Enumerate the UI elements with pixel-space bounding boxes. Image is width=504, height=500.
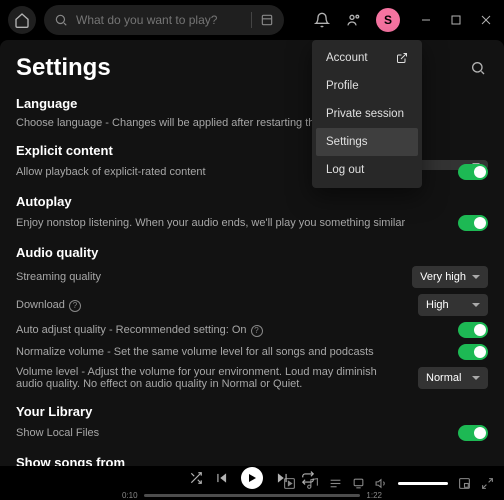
settings-panel: Settings Language Choose language - Chan… — [0, 40, 504, 466]
close-button[interactable] — [476, 10, 496, 30]
explicit-toggle[interactable] — [458, 164, 488, 180]
user-menu: Account Profile Private session Settings… — [312, 40, 422, 188]
previous-icon[interactable] — [215, 471, 229, 485]
menu-account[interactable]: Account — [316, 44, 418, 72]
shuffle-icon[interactable] — [189, 471, 203, 485]
play-button[interactable] — [241, 467, 263, 489]
info-icon[interactable]: ? — [251, 325, 263, 337]
menu-settings[interactable]: Settings — [316, 128, 418, 156]
auto-adjust-label: Auto adjust quality - Recommended settin… — [16, 324, 446, 337]
top-bar: S — [0, 0, 504, 40]
close-icon — [481, 15, 491, 25]
miniplayer-icon[interactable] — [458, 477, 471, 490]
autoplay-heading: Autoplay — [16, 194, 488, 209]
show-songs-heading: Show songs from — [16, 455, 488, 466]
notifications-button[interactable] — [312, 10, 332, 30]
browse-icon[interactable] — [260, 13, 274, 27]
friends-button[interactable] — [344, 10, 364, 30]
streaming-dropdown[interactable]: Very high — [412, 266, 488, 288]
menu-logout[interactable]: Log out — [316, 156, 418, 184]
volume-level-dropdown[interactable]: Normal — [418, 367, 488, 389]
autoplay-desc: Enjoy nonstop listening. When your audio… — [16, 217, 446, 229]
download-label: Download? — [16, 299, 406, 312]
library-heading: Your Library — [16, 404, 488, 419]
menu-private-session[interactable]: Private session — [316, 100, 418, 128]
streaming-label: Streaming quality — [16, 271, 400, 283]
fullscreen-icon[interactable] — [481, 477, 494, 490]
info-icon[interactable]: ? — [69, 300, 81, 312]
search-bar[interactable] — [44, 5, 284, 35]
search-icon — [470, 60, 486, 76]
volume-slider[interactable] — [398, 482, 448, 485]
home-button[interactable] — [8, 6, 36, 34]
settings-search-button[interactable] — [468, 58, 488, 78]
bell-icon — [314, 12, 330, 28]
time-duration: 1:22 — [366, 491, 382, 500]
show-local-toggle[interactable] — [458, 425, 488, 441]
next-icon[interactable] — [275, 471, 289, 485]
show-local-label: Show Local Files — [16, 427, 446, 439]
volume-level-label: Volume level - Adjust the volume for you… — [16, 366, 406, 390]
people-icon — [346, 12, 362, 28]
minimize-icon — [421, 15, 431, 25]
maximize-icon — [451, 15, 461, 25]
minimize-button[interactable] — [416, 10, 436, 30]
time-current: 0:10 — [122, 491, 138, 500]
normalize-toggle[interactable] — [458, 344, 488, 360]
menu-profile[interactable]: Profile — [316, 72, 418, 100]
audio-heading: Audio quality — [16, 245, 488, 260]
external-link-icon — [396, 52, 408, 64]
play-icon — [246, 472, 258, 484]
search-input[interactable] — [76, 13, 243, 27]
download-dropdown[interactable]: High — [418, 294, 488, 316]
user-avatar[interactable]: S — [376, 8, 400, 32]
home-icon — [14, 12, 30, 28]
search-icon — [54, 13, 68, 27]
progress-bar[interactable] — [144, 494, 361, 497]
autoplay-toggle[interactable] — [458, 215, 488, 231]
maximize-button[interactable] — [446, 10, 466, 30]
normalize-label: Normalize volume - Set the same volume l… — [16, 346, 446, 358]
player-bar: 0:10 1:22 — [0, 466, 504, 500]
auto-adjust-toggle[interactable] — [458, 322, 488, 338]
repeat-icon[interactable] — [301, 471, 315, 485]
